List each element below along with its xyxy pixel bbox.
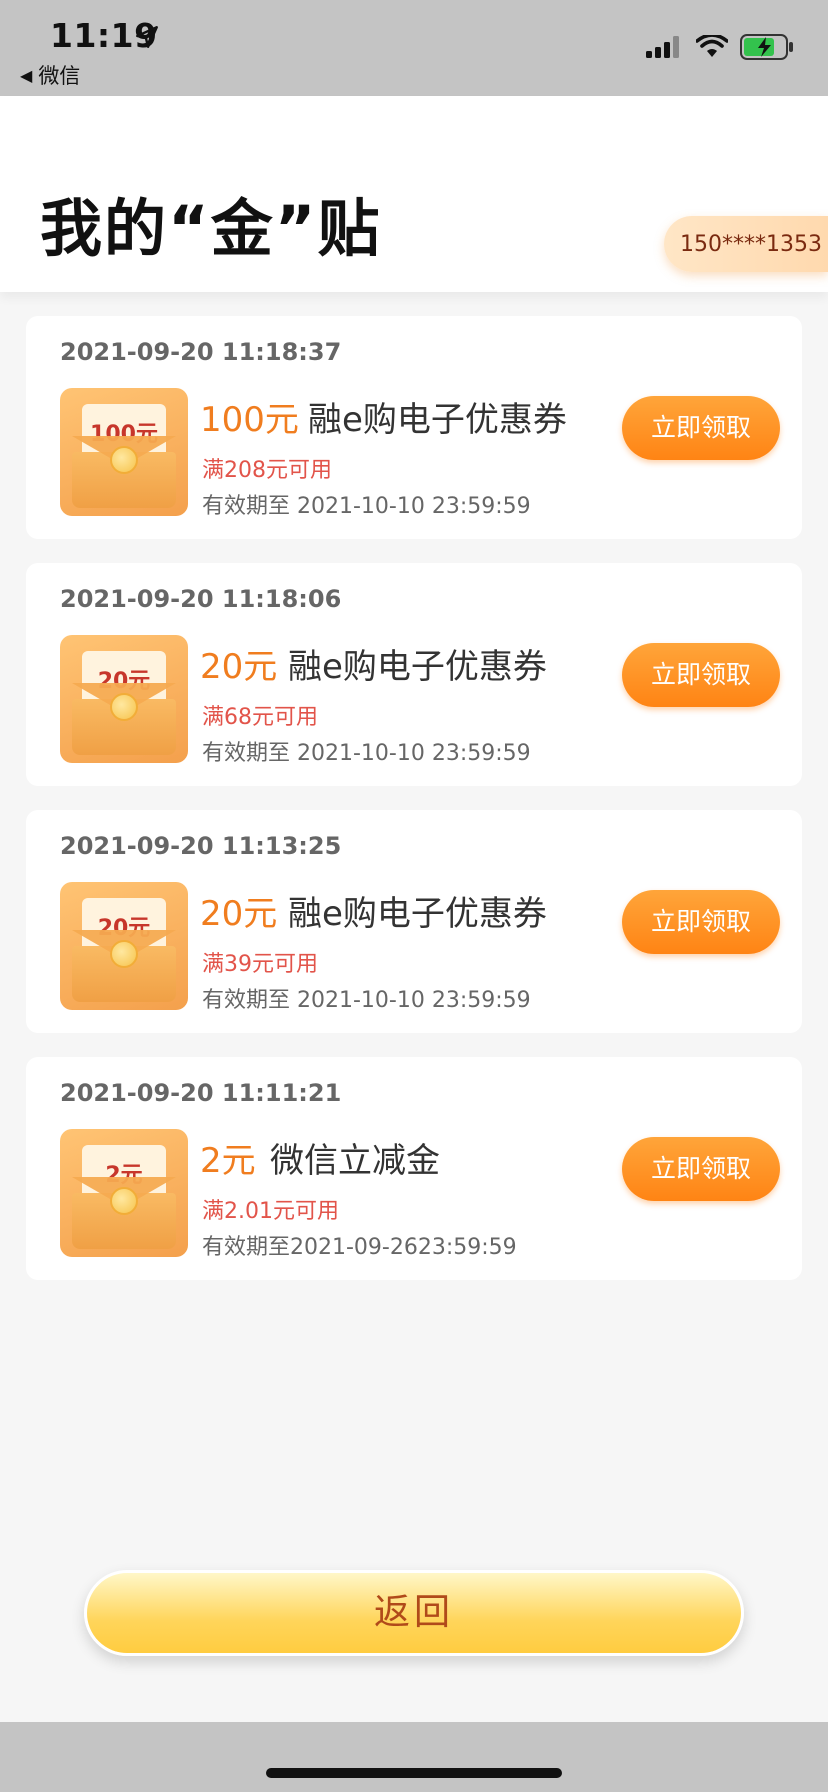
red-envelope-icon: 20元 (60, 635, 188, 763)
coin-icon (110, 446, 138, 474)
coupon-validity: 有效期至 2021-10-10 23:59:59 (202, 988, 531, 1013)
coupon-condition: 满39元可用 (202, 952, 318, 977)
claim-button[interactable]: 立即领取 (622, 890, 780, 954)
status-bar: 11:19 ◀ 微信 (0, 0, 828, 96)
coupon-time: 2021-09-20 11:18:06 (60, 585, 342, 613)
red-envelope-icon: 100元 (60, 388, 188, 516)
phone-number-badge: 150****1353 (664, 216, 828, 272)
coupon-validity: 有效期至 2021-10-10 23:59:59 (202, 494, 531, 519)
coupon-time: 2021-09-20 11:13:25 (60, 832, 342, 860)
coupon-time: 2021-09-20 11:11:21 (60, 1079, 342, 1107)
coupon-validity: 有效期至 2021-10-10 23:59:59 (202, 741, 531, 766)
back-to-wechat[interactable]: ◀ 微信 (20, 60, 80, 90)
coupon-amount: 2元 (200, 1141, 256, 1181)
coupon-condition: 满68元可用 (202, 705, 318, 730)
coin-icon (110, 940, 138, 968)
coin-icon (110, 1187, 138, 1215)
coupon-amount: 20元 (200, 894, 278, 934)
coupon-condition: 满2.01元可用 (202, 1199, 339, 1224)
coupon-card: 2021-09-20 11:13:25 20元 20元 融e购电子优惠券 满39… (26, 810, 802, 1033)
location-arrow-icon (136, 26, 158, 48)
wifi-icon (696, 35, 728, 57)
page-title: 我的“金”贴 (40, 192, 382, 265)
cellular-signal-icon (646, 36, 679, 58)
back-label: 微信 (38, 64, 81, 88)
battery-charging-icon (740, 34, 793, 60)
coupon-condition: 满208元可用 (202, 458, 332, 483)
coupon-card: 2021-09-20 11:18:06 20元 20元 融e购电子优惠券 满68… (26, 563, 802, 786)
coupon-time: 2021-09-20 11:18:37 (60, 338, 342, 366)
return-button[interactable]: 返回 (84, 1570, 744, 1656)
coupon-list: 2021-09-20 11:18:37 100元 100元 融e购电子优惠券 满… (26, 316, 802, 1304)
red-envelope-icon: 20元 (60, 882, 188, 1010)
claim-button[interactable]: 立即领取 (622, 1137, 780, 1201)
status-icons (646, 34, 794, 60)
bottom-bar (0, 1722, 828, 1792)
coupon-name: 融e购电子优惠券 (288, 647, 547, 687)
coupon-validity: 有效期至2021-09-2623:59:59 (202, 1235, 517, 1260)
home-indicator[interactable] (266, 1768, 562, 1778)
claim-button[interactable]: 立即领取 (622, 643, 780, 707)
coupon-name: 融e购电子优惠券 (288, 894, 547, 934)
claim-button[interactable]: 立即领取 (622, 396, 780, 460)
coupon-name: 微信立减金 (270, 1141, 440, 1181)
coupon-card: 2021-09-20 11:11:21 2元 2元 微信立减金 满2.01元可用… (26, 1057, 802, 1280)
coupon-name: 融e购电子优惠券 (308, 400, 567, 440)
coin-icon (110, 693, 138, 721)
coupon-amount: 100元 (200, 400, 299, 440)
red-envelope-icon: 2元 (60, 1129, 188, 1257)
coupon-amount: 20元 (200, 647, 278, 687)
back-triangle-icon: ◀ (20, 65, 33, 85)
coupon-card: 2021-09-20 11:18:37 100元 100元 融e购电子优惠券 满… (26, 316, 802, 539)
page-header: 我的“金”贴 150****1353 (0, 96, 828, 292)
